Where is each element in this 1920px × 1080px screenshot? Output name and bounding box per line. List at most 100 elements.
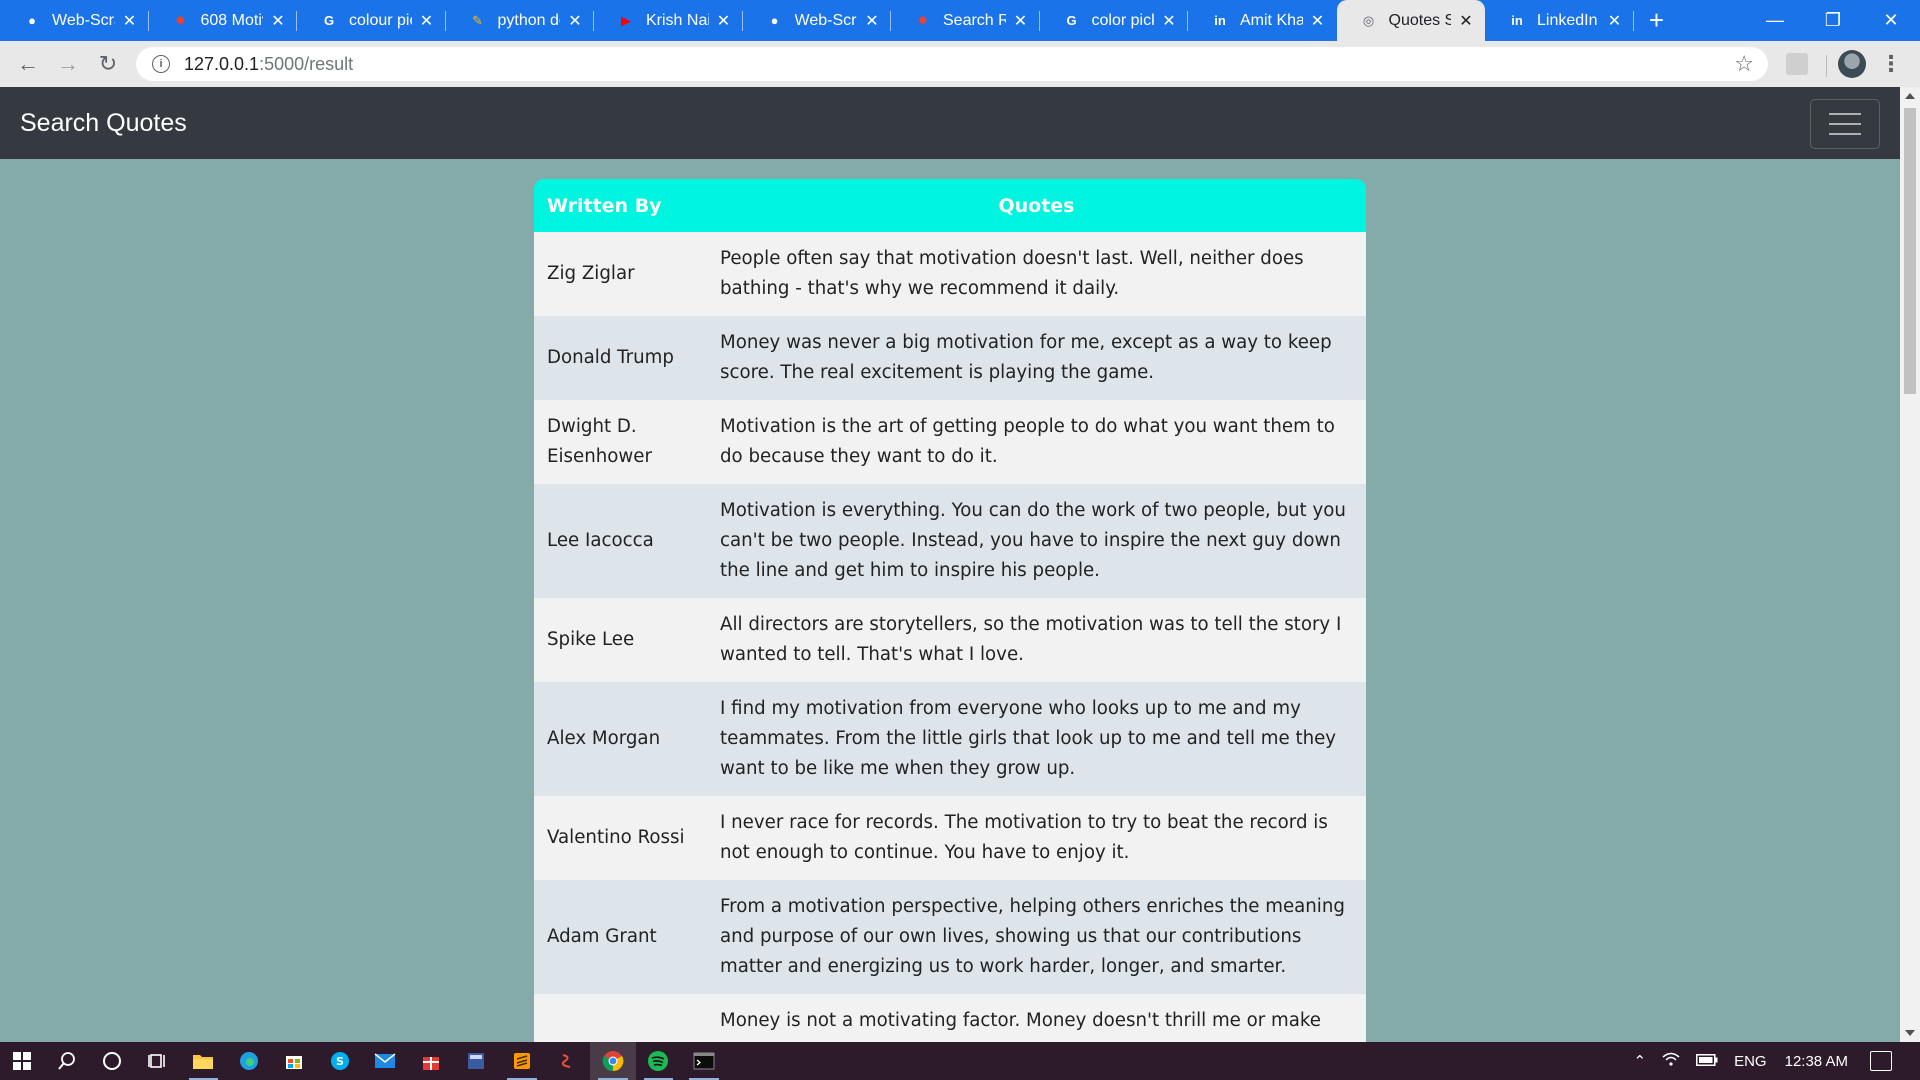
tab[interactable]: ● Web-Scrap ✕ [0,0,149,41]
globe-icon: ◎ [1362,12,1375,28]
tab-title: python de [497,11,561,29]
address-path: :5000/result [259,53,354,74]
bookmark-star-icon[interactable]: ☆ [1734,51,1754,77]
tab-close-icon[interactable]: ✕ [715,12,733,30]
table-row: Donald Trump Money was never a big motiva… [534,316,1366,400]
svg-text:S: S [336,1055,344,1068]
tab-close-icon[interactable]: ✕ [121,12,139,30]
hamburger-line [1829,133,1861,135]
header-written-by: Written By [534,179,707,232]
tab[interactable]: in LinkedIn ✕ [1485,0,1634,41]
tab-close-icon[interactable]: ✕ [1606,12,1624,30]
author-cell [534,994,707,1042]
tab-title: colour pic [349,11,412,29]
spotify-icon[interactable] [636,1042,682,1080]
cortana-icon[interactable] [90,1042,136,1080]
browser-menu-icon[interactable]: ⋮ [1880,50,1902,78]
reload-button[interactable]: ↻ [88,44,128,84]
tab-close-icon[interactable]: ✕ [863,12,881,30]
tab-close-icon[interactable]: ✕ [1012,12,1030,30]
tab-close-icon[interactable]: ✕ [1309,12,1327,30]
github-icon: ● [28,13,36,28]
navbar-brand[interactable]: Search Quotes [20,109,187,138]
hamburger-line [1829,123,1861,125]
tab-title: LinkedIn [1537,11,1598,29]
sublime-icon[interactable] [499,1042,545,1080]
tray-chevron-up-icon[interactable]: ⌃ [1634,1052,1647,1070]
skype-icon[interactable]: S [317,1042,363,1080]
edge-icon[interactable] [226,1042,272,1080]
tab-close-icon[interactable]: ✕ [1160,12,1178,30]
tab[interactable]: ✸ Search Re ✕ [891,0,1040,41]
tab[interactable]: Gcolour pic ✕ [297,0,446,41]
tab-list: ● Web-Scrap ✕ ✸ 608 Motiv ✕ Gcolour pic ✕ ✎ pytho… [0,0,1634,41]
mail-icon[interactable] [363,1042,409,1080]
store-icon[interactable] [272,1042,318,1080]
tab-close-icon[interactable]: ✕ [418,12,436,30]
start-icon[interactable] [0,1042,44,1080]
quote-cell: I find my motivation from everyone who l… [720,698,1337,779]
quote-cell: Motivation is the art of getting people … [720,416,1335,467]
task-view-icon[interactable] [135,1042,181,1080]
tab-title: Web-Scrap [794,11,858,29]
tab-close-icon[interactable]: ✕ [1457,12,1475,30]
gift-icon[interactable] [408,1042,454,1080]
back-button[interactable]: ← [8,44,48,84]
quote-cell: From a motivation perspective, helping o… [720,896,1345,977]
tab[interactable]: Gcolor pick ✕ [1040,0,1189,41]
system-tray: ⌃ ENG 12:38 AM [1626,1042,1920,1080]
forward-button[interactable]: → [48,44,88,84]
tab[interactable]: in Amit Khar ✕ [1188,0,1337,41]
taskbar-clock[interactable]: 12:38 AM [1785,1053,1848,1070]
navbar-toggler-button[interactable] [1810,99,1880,149]
table-row: Spike Lee All directors are storytellers,… [534,598,1366,682]
restore-button[interactable]: ❐ [1804,0,1862,41]
table-row: Adam Grant From a motivation perspective,… [534,880,1366,994]
site-info-icon[interactable]: i [152,55,170,73]
table-row: Dwight D. Eisenhower Motivation is the ar… [534,400,1366,484]
quote-cell: Money is not a motivating factor. Money … [720,1010,1321,1042]
git-icon[interactable] [545,1042,591,1080]
address-bar[interactable]: i 127.0.0.1:5000/result ☆ [136,47,1768,81]
table-row: Alex Morgan I find my motivation from eve… [534,682,1366,796]
author-cell: Alex Morgan [547,728,661,749]
scrollbar-thumb[interactable] [1904,108,1916,394]
table-row: Money is not a motivating factor. Money … [534,994,1366,1042]
quotes-card: Written By Quotes Zig Ziglar People often… [534,179,1366,1042]
tab[interactable]: ● Web-Scrap ✕ [743,0,892,41]
battery-icon[interactable] [1696,1053,1718,1070]
tab-close-icon[interactable]: ✕ [269,12,287,30]
tab[interactable]: ▶ Krish Naik ✕ [594,0,743,41]
file-explorer-icon[interactable] [181,1042,227,1080]
author-cell: Valentino Rossi [547,827,685,848]
site-navbar: Search Quotes [0,87,1900,159]
tab-close-icon[interactable]: ✕ [566,12,584,30]
calculator-icon[interactable] [454,1042,500,1080]
new-tab-button[interactable]: + [1634,0,1680,41]
tab[interactable]: ✎ python de ✕ [446,0,595,41]
quote-cell: People often say that motivation doesn't… [720,248,1304,299]
page-scrollbar[interactable] [1900,87,1920,1042]
tab-title: Amit Khar [1240,11,1303,29]
scroll-up-arrow-icon[interactable] [1905,93,1915,99]
scroll-down-arrow-icon[interactable] [1905,1030,1915,1036]
address-host: 127.0.0.1 [184,53,260,74]
wifi-icon[interactable] [1662,1051,1680,1071]
author-cell: Spike Lee [547,629,635,650]
profile-avatar[interactable] [1838,50,1866,78]
toolbar-divider [1826,55,1827,77]
minimize-button[interactable]: — [1746,0,1804,41]
terminal-icon[interactable] [681,1042,727,1080]
tab-active[interactable]: ◎ Quotes Sc ✕ [1336,0,1485,41]
linkedin-icon: in [1214,13,1226,28]
quote-cell: Money was never a big motivation for me,… [720,332,1332,383]
extension-icon[interactable] [1786,53,1808,75]
author-cell: Zig Ziglar [547,263,635,284]
close-window-button[interactable]: ✕ [1862,0,1920,41]
pen-icon: ✎ [472,12,483,28]
notification-center-icon[interactable] [1870,1051,1892,1071]
tab[interactable]: ✸ 608 Motiv ✕ [149,0,298,41]
search-icon[interactable] [44,1042,90,1080]
chrome-icon[interactable] [590,1042,636,1080]
language-indicator[interactable]: ENG [1734,1053,1767,1070]
